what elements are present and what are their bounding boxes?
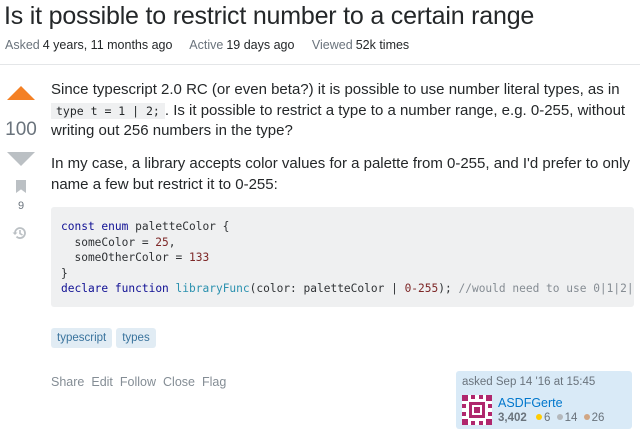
share-link[interactable]: Share bbox=[51, 375, 84, 389]
gold-badge-icon bbox=[535, 414, 542, 421]
silver-badge-icon bbox=[556, 414, 563, 421]
gold-count: 6 bbox=[543, 412, 551, 424]
inline-code: type t = 1 | 2; bbox=[51, 102, 165, 119]
body-paragraph-1: Since typescript 2.0 RC (or even beta?) … bbox=[51, 81, 626, 140]
tag-types[interactable]: types bbox=[116, 328, 156, 348]
header-divider bbox=[0, 64, 640, 65]
close-link[interactable]: Close bbox=[163, 375, 195, 389]
owner-username[interactable]: ASDFGerte bbox=[498, 396, 563, 410]
active-label: Active bbox=[189, 38, 224, 52]
asked-label: Asked bbox=[5, 38, 40, 52]
history-icon[interactable] bbox=[11, 224, 29, 242]
reputation: 3,402 bbox=[498, 412, 527, 424]
bookmark-icon[interactable] bbox=[16, 180, 26, 193]
avatar[interactable] bbox=[462, 395, 492, 425]
tag-typescript[interactable]: typescript bbox=[51, 328, 113, 348]
body-paragraph-2: In my case, a library accepts color valu… bbox=[51, 155, 630, 193]
asked-timestamp: asked Sep 14 '16 at 15:45 bbox=[462, 376, 596, 388]
follow-link[interactable]: Follow bbox=[120, 375, 156, 389]
vote-count: 100 bbox=[5, 119, 37, 140]
upvote-icon[interactable] bbox=[7, 86, 35, 100]
question-meta: Asked 4 years, 11 months ago Active 19 day… bbox=[5, 38, 423, 52]
silver-count: 14 bbox=[564, 412, 578, 424]
flag-link[interactable]: Flag bbox=[202, 375, 226, 389]
bronze-count: 26 bbox=[591, 412, 605, 424]
question-body: Since typescript 2.0 RC (or even beta?) … bbox=[51, 80, 636, 207]
post-actions: Share Edit Follow Close Flag bbox=[51, 375, 226, 389]
bookmark-count: 9 bbox=[17, 200, 25, 212]
viewed-label: Viewed bbox=[311, 38, 353, 52]
tag-list: typescript types bbox=[51, 328, 156, 348]
bronze-badge-icon bbox=[583, 414, 590, 421]
active-value[interactable]: 19 days ago bbox=[226, 38, 294, 52]
code-block: const enum paletteColor { someColor = 25… bbox=[51, 207, 634, 307]
downvote-icon[interactable] bbox=[7, 152, 35, 166]
asked-value[interactable]: 4 years, 11 months ago bbox=[43, 38, 173, 52]
owner-stats: 3,402 6 14 26 bbox=[498, 412, 604, 424]
owner-card: asked Sep 14 '16 at 15:45 ASDFGerte 3,40… bbox=[456, 371, 632, 429]
edit-link[interactable]: Edit bbox=[91, 375, 113, 389]
viewed-value: 52k times bbox=[355, 38, 410, 52]
question-title[interactable]: Is it possible to restrict number to a c… bbox=[4, 2, 534, 31]
